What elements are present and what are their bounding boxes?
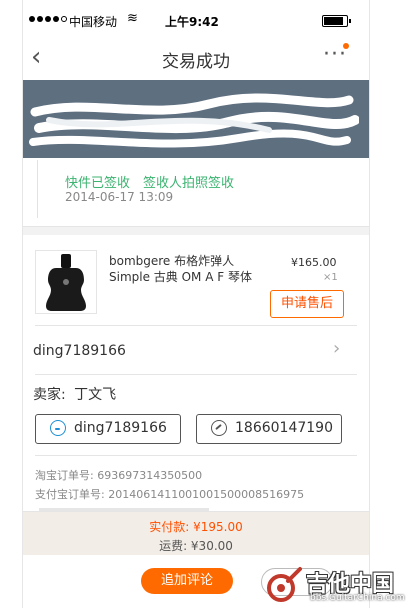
seller-label: 卖家: — [33, 387, 66, 403]
after-sale-button[interactable]: 申请售后 — [270, 290, 344, 318]
product-quantity: ×1 — [323, 272, 338, 283]
taobao-order-number: 淘宝订单号: 693697314350500 — [35, 469, 203, 482]
status-bar: 中国移动 ≋ 上午9:42 — [23, 11, 369, 30]
timeline-line — [37, 160, 38, 218]
wangwang-contact-button[interactable]: ding7189166 — [35, 414, 181, 444]
redaction-scribble — [29, 93, 359, 148]
chevron-right-icon: › — [333, 338, 341, 359]
notification-badge — [343, 43, 349, 49]
site-watermark: 吉他中国 bbs.GuitarChina.com — [262, 562, 412, 608]
phone-icon — [211, 420, 227, 436]
phone-screen: 中国移动 ≋ 上午9:42 ‹ 交易成功 ··· 快件已签收 签收人拍照签收 2… — [22, 0, 370, 608]
logistics-status[interactable]: 快件已签收 签收人拍照签收 — [65, 172, 234, 191]
shipping-fee: 运费: ¥30.00 — [159, 539, 233, 553]
buyer-row[interactable]: ding7189166 › — [23, 326, 369, 374]
product-name[interactable]: bombgere 布格炸弹人 Simple 古典 OM A F 琴体 — [109, 253, 277, 285]
phone-contact-button[interactable]: 18660147190 — [196, 414, 342, 444]
carrier-name: 中国移动 — [69, 15, 118, 29]
section-divider — [23, 226, 369, 235]
nav-bar: ‹ 交易成功 ··· — [23, 38, 369, 80]
chat-icon — [50, 420, 66, 436]
buyer-name: ding7189166 — [33, 343, 126, 359]
product-price: ¥165.00 — [291, 256, 337, 269]
guitar-logo-icon — [267, 567, 302, 602]
seller-info: 卖家: 丁文飞 — [33, 384, 116, 404]
logistics-time: 2014-06-17 13:09 — [65, 190, 174, 204]
battery-icon — [322, 15, 351, 27]
status-time: 上午9:42 — [165, 15, 219, 29]
paid-amount: 实付款: ¥195.00 — [149, 520, 243, 534]
seller-name: 丁文飞 — [74, 387, 117, 403]
phone-number: 18660147190 — [235, 420, 333, 436]
alipay-order-number: 支付宝订单号: 2014061411001001500008516975 — [35, 488, 305, 501]
divider — [35, 374, 357, 375]
watermark-url: bbs.GuitarChina.com — [310, 593, 405, 603]
add-review-button[interactable]: 追加评论 — [141, 568, 233, 594]
page-title: 交易成功 — [162, 52, 230, 72]
guitar-bag-icon — [46, 254, 86, 311]
signal-strength-icon — [29, 16, 67, 22]
wifi-icon: ≋ — [127, 11, 138, 26]
product-thumbnail[interactable] — [35, 250, 97, 314]
wangwang-id: ding7189166 — [74, 420, 167, 436]
divider — [35, 455, 357, 456]
address-banner[interactable] — [23, 80, 369, 158]
payment-summary: 实付款: ¥195.00 运费: ¥30.00 — [23, 511, 369, 556]
